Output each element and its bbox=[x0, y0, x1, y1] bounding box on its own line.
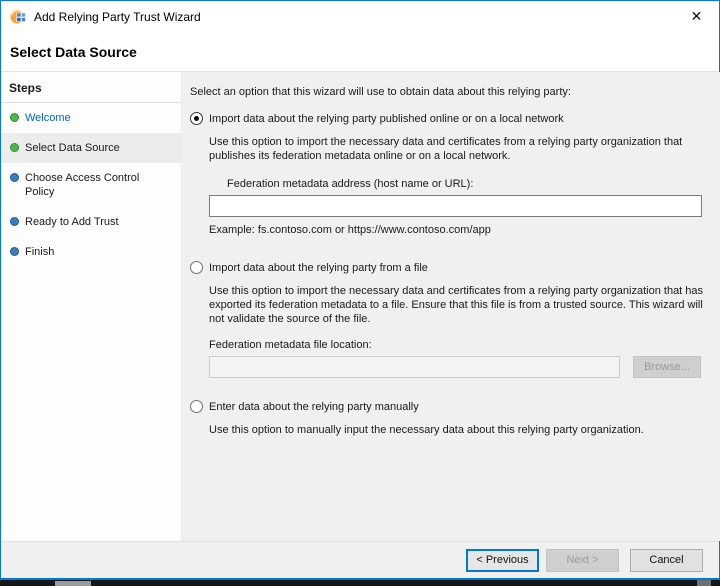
title-bar: Add Relying Party Trust Wizard ✕ bbox=[1, 1, 719, 32]
sidebar-item-select-data-source: Select Data Source bbox=[1, 133, 181, 163]
radio-button-icon[interactable] bbox=[190, 400, 203, 413]
option-label[interactable]: Import data about the relying party from… bbox=[209, 261, 428, 275]
steps-sidebar: Steps Welcome Select Data Source Choose … bbox=[1, 72, 182, 541]
previous-button[interactable]: < Previous bbox=[466, 548, 539, 572]
step-upcoming-bullet bbox=[10, 247, 19, 256]
step-upcoming-bullet bbox=[10, 173, 19, 182]
option-enter-manually[interactable]: Enter data about the relying party manua… bbox=[190, 400, 720, 414]
step-label: Choose Access Control Policy bbox=[25, 172, 140, 198]
radio-button-icon[interactable] bbox=[190, 112, 203, 125]
option-label[interactable]: Import data about the relying party publ… bbox=[209, 112, 564, 126]
metadata-address-input[interactable] bbox=[209, 195, 702, 217]
option-description: Use this option to import the necessary … bbox=[209, 285, 704, 325]
steps-heading: Steps bbox=[1, 72, 181, 103]
desktop-fragment bbox=[55, 581, 91, 586]
step-label: Finish bbox=[25, 246, 55, 258]
option-import-online[interactable]: Import data about the relying party publ… bbox=[190, 112, 720, 126]
desktop-strip bbox=[0, 580, 720, 586]
screen: Add Relying Party Trust Wizard ✕ Select … bbox=[0, 0, 720, 586]
browse-button: Browse... bbox=[633, 356, 701, 378]
metadata-address-label: Federation metadata address (host name o… bbox=[227, 178, 474, 190]
button-bar: < Previous Next > Cancel bbox=[1, 541, 719, 578]
option-import-file[interactable]: Import data about the relying party from… bbox=[190, 261, 720, 275]
step-upcoming-bullet bbox=[10, 217, 19, 226]
sidebar-item-choose-access-control-policy: Choose Access Control Policy bbox=[1, 163, 181, 207]
step-done-bullet bbox=[10, 113, 19, 122]
close-button[interactable]: ✕ bbox=[674, 1, 719, 32]
page-header: Select Data Source bbox=[1, 32, 719, 72]
sidebar-item-welcome[interactable]: Welcome bbox=[1, 103, 181, 133]
metadata-file-input bbox=[209, 356, 620, 378]
adfs-wizard-icon bbox=[10, 9, 26, 23]
option-label[interactable]: Enter data about the relying party manua… bbox=[209, 400, 419, 414]
close-icon: ✕ bbox=[690, 8, 703, 24]
metadata-address-example: Example: fs.contoso.com or https://www.c… bbox=[209, 224, 491, 236]
sidebar-item-finish: Finish bbox=[1, 237, 181, 267]
option-description: Use this option to manually input the ne… bbox=[209, 424, 644, 436]
metadata-file-label: Federation metadata file location: bbox=[209, 339, 372, 351]
option-description: Use this option to import the necessary … bbox=[209, 136, 683, 162]
step-done-bullet bbox=[10, 143, 19, 152]
intro-text: Select an option that this wizard will u… bbox=[190, 86, 571, 98]
next-button: Next > bbox=[546, 548, 619, 572]
window-title: Add Relying Party Trust Wizard bbox=[34, 9, 201, 24]
step-label: Select Data Source bbox=[25, 142, 120, 154]
metadata-file-row: Browse... bbox=[209, 356, 720, 378]
content-panel: Select an option that this wizard will u… bbox=[182, 72, 720, 541]
radio-button-icon[interactable] bbox=[190, 261, 203, 274]
step-label: Welcome bbox=[25, 112, 71, 124]
wizard-window: Add Relying Party Trust Wizard ✕ Select … bbox=[0, 0, 720, 580]
page-title: Select Data Source bbox=[10, 43, 137, 60]
cancel-button[interactable]: Cancel bbox=[630, 548, 703, 572]
step-label: Ready to Add Trust bbox=[25, 216, 119, 228]
sidebar-item-ready-to-add-trust: Ready to Add Trust bbox=[1, 207, 181, 237]
desktop-fragment bbox=[697, 580, 711, 586]
wizard-body: Steps Welcome Select Data Source Choose … bbox=[1, 72, 720, 541]
